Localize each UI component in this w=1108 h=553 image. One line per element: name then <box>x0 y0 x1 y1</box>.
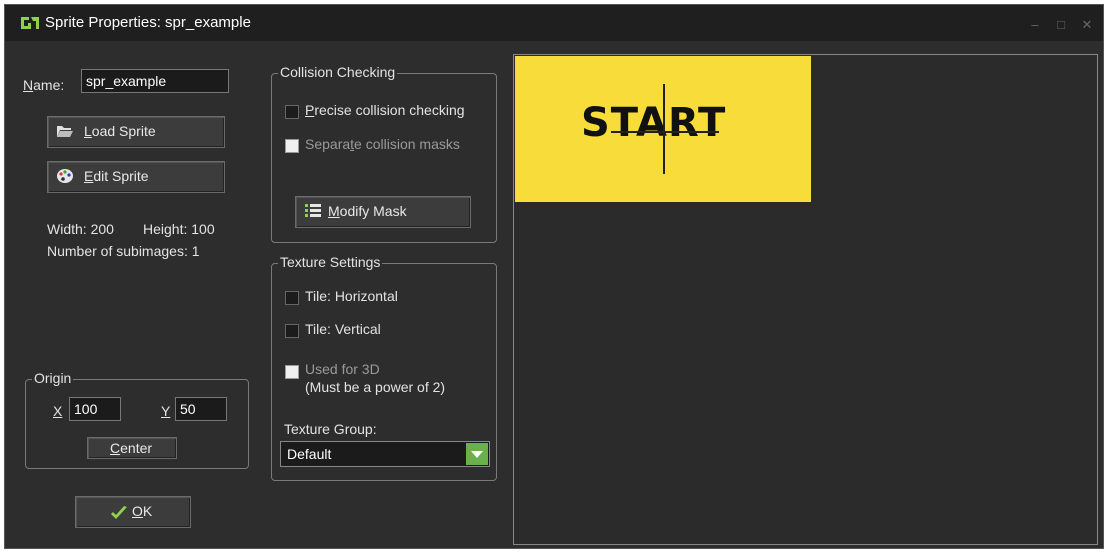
center-label: Center <box>110 440 153 456</box>
sprite-properties-window: Sprite Properties: spr_example – □ ✕ Nam… <box>4 4 1104 549</box>
precise-collision-label: Precise collision checking <box>305 102 465 118</box>
tile-horizontal-label: Tile: Horizontal <box>305 288 398 304</box>
tile-horizontal-checkbox[interactable] <box>285 291 299 305</box>
ok-label: OK <box>132 503 153 519</box>
folder-open-icon <box>57 126 73 137</box>
name-label: Name: <box>23 77 65 93</box>
tile-vertical-label: Tile: Vertical <box>305 321 381 337</box>
used-for-3d-label: Used for 3D <box>305 361 380 377</box>
origin-y-input[interactable]: 50 <box>175 397 227 421</box>
subimages-text: Number of subimages: 1 <box>47 243 200 259</box>
edit-sprite-label: Edit Sprite <box>84 168 149 184</box>
center-button[interactable]: Center <box>87 437 177 459</box>
window-title: Sprite Properties: spr_example <box>45 14 251 31</box>
list-mask-icon <box>305 204 321 217</box>
origin-x-input[interactable]: 100 <box>69 397 121 421</box>
minimize-button[interactable]: – <box>1023 17 1047 33</box>
name-input[interactable]: spr_example <box>81 69 229 93</box>
sprite-preview-canvas[interactable]: START <box>513 54 1098 545</box>
origin-crosshair-vertical <box>663 84 665 174</box>
texture-group-value: Default <box>287 446 332 462</box>
separate-masks-checkbox[interactable] <box>285 139 299 153</box>
texture-group-title: Texture Settings <box>278 254 383 270</box>
close-button[interactable]: ✕ <box>1075 17 1099 33</box>
origin-x-label: X <box>53 403 63 419</box>
origin-group-title: Origin <box>32 370 74 386</box>
height-text: Height: 100 <box>143 221 215 237</box>
sprite-image: START <box>515 56 811 202</box>
palette-icon <box>57 169 73 183</box>
texture-group-select[interactable]: Default <box>280 441 490 467</box>
texture-group-label: Texture Group: <box>284 421 377 437</box>
used-for-3d-checkbox[interactable] <box>285 365 299 379</box>
origin-crosshair-horizontal <box>611 131 719 133</box>
dropdown-arrow-icon[interactable] <box>466 443 488 465</box>
load-sprite-label: Load Sprite <box>84 123 156 139</box>
gamemaker-logo-icon <box>21 17 39 29</box>
precise-collision-checkbox[interactable] <box>285 105 299 119</box>
title-bar[interactable]: Sprite Properties: spr_example – □ ✕ <box>5 5 1103 41</box>
load-sprite-button[interactable]: Load Sprite <box>47 116 225 148</box>
sprite-start-text: START <box>581 100 727 146</box>
tile-vertical-checkbox[interactable] <box>285 324 299 338</box>
maximize-button[interactable]: □ <box>1049 17 1073 33</box>
origin-y-label: Y <box>161 403 171 419</box>
modify-mask-button[interactable]: Modify Mask <box>295 196 471 228</box>
checkmark-icon <box>111 506 127 519</box>
collision-group-title: Collision Checking <box>278 64 398 80</box>
separate-masks-label: Separate collision masks <box>305 136 460 152</box>
width-text: Width: 200 <box>47 221 114 237</box>
modify-mask-label: Modify Mask <box>328 203 407 219</box>
edit-sprite-button[interactable]: Edit Sprite <box>47 161 225 193</box>
power-of-2-note: (Must be a power of 2) <box>305 379 446 395</box>
ok-button[interactable]: OK <box>75 496 191 528</box>
